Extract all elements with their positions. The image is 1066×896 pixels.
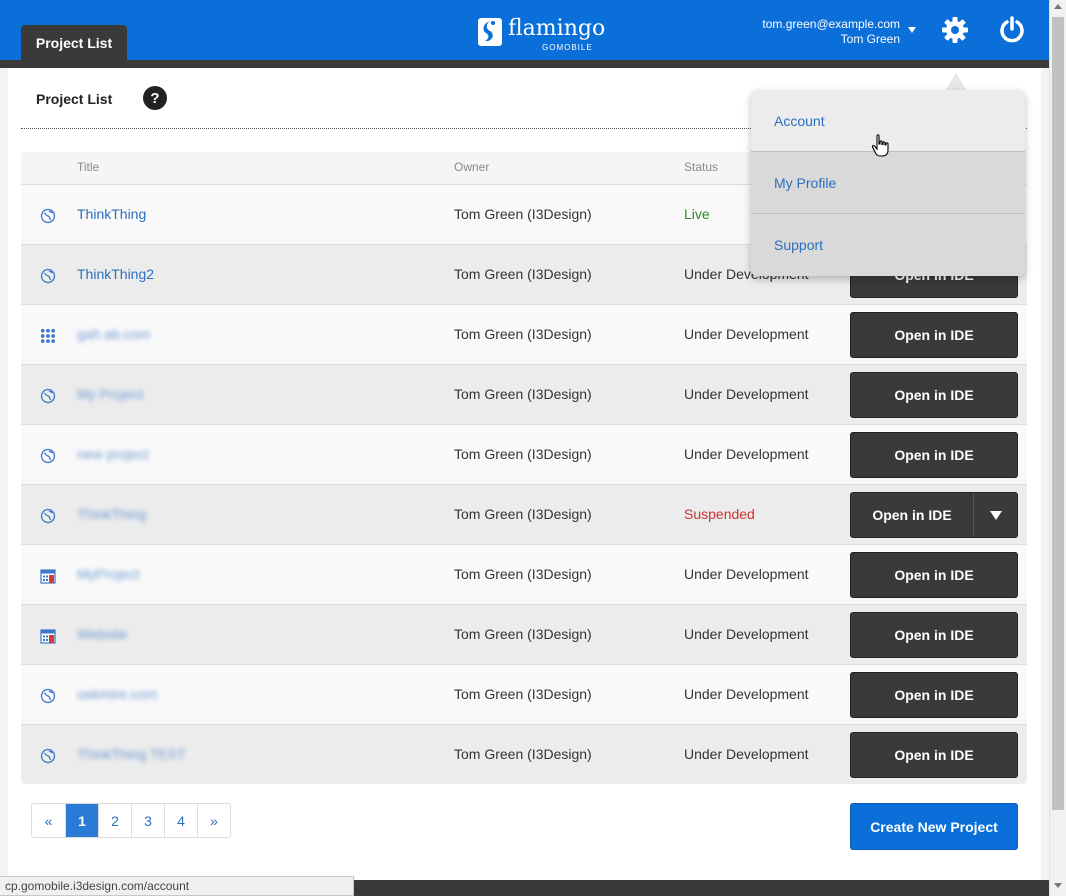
pagination-page-1[interactable]: 1 [65,804,98,837]
globe-icon [40,688,56,704]
flamingo-logo[interactable]: flamingo GOMOBILE [478,16,606,54]
pagination-page-4[interactable]: 4 [164,804,197,837]
globe-icon [40,508,56,524]
table-row: My Project Tom Green (I3Design) Under Deve… [21,364,1027,424]
project-owner: Tom Green (I3Design) [454,746,592,762]
table-row: Website Tom Green (I3Design) Under Develop… [21,604,1027,664]
project-status: Under Development [684,446,809,462]
table-row: oakmire.com Tom Green (I3Design) Under Dev… [21,664,1027,724]
create-new-project-button[interactable]: Create New Project [850,803,1018,850]
open-in-ide-button[interactable]: Open in IDE [850,552,1018,598]
project-owner: Tom Green (I3Design) [454,626,592,642]
column-header-title[interactable]: Title [77,160,99,174]
user-menu-toggle[interactable]: tom.green@example.com Tom Green [762,17,900,47]
calendar-icon [40,569,56,584]
open-in-ide-button[interactable]: Open in IDE [851,493,974,537]
project-status: Suspended [684,506,755,522]
project-owner: Tom Green (I3Design) [454,326,592,342]
globe-icon [40,268,56,284]
page-gutter-right [1041,68,1049,880]
table-row: ThinkThing Tom Green (I3Design) Suspended … [21,484,1027,544]
project-status: Live [684,206,710,222]
menu-item-support[interactable]: Support [751,214,1025,276]
project-status: Under Development [684,326,809,342]
column-header-owner[interactable]: Owner [454,160,489,174]
project-owner: Tom Green (I3Design) [454,566,592,582]
project-status: Under Development [684,686,809,702]
pagination-prev[interactable]: « [32,804,65,837]
pagination-next[interactable]: » [197,804,230,837]
logo-subtext: GOMOBILE [542,43,593,52]
status-bar-url: cp.gomobile.i3design.com/account [0,876,354,896]
project-title-link[interactable]: ThinkThing [77,506,146,522]
project-title-link[interactable]: Website [77,626,127,642]
table-row: MyProject Tom Green (I3Design) Under Devel… [21,544,1027,604]
open-in-ide-button[interactable]: Open in IDE [850,432,1018,478]
project-title-link[interactable]: ThinkThing TEST [77,746,186,762]
logo-text: flamingo [508,16,606,41]
vertical-scrollbar[interactable] [1049,0,1066,896]
page-gutter-left [0,68,8,880]
chevron-down-icon[interactable] [975,493,1017,537]
open-in-ide-button[interactable]: Open in IDE [850,612,1018,658]
globe-icon [40,448,56,464]
project-title-link[interactable]: ThinkThing [77,206,146,222]
scroll-up-arrow-icon[interactable] [1054,4,1062,9]
power-icon[interactable] [999,16,1025,44]
open-in-ide-button[interactable]: Open in IDE [850,672,1018,718]
gear-icon[interactable] [941,16,969,44]
project-owner: Tom Green (I3Design) [454,206,592,222]
table-row: new project Tom Green (I3Design) Under Dev… [21,424,1027,484]
project-status: Under Development [684,746,809,762]
open-in-ide-button[interactable]: Open in IDE [850,732,1018,778]
pagination: « 1 2 3 4 » [31,803,231,838]
project-title-link[interactable]: gah.ab.com [77,326,150,342]
project-owner: Tom Green (I3Design) [454,386,592,402]
chevron-down-icon[interactable] [908,27,916,33]
scroll-down-arrow-icon[interactable] [1054,883,1062,888]
project-owner: Tom Green (I3Design) [454,446,592,462]
project-status: Under Development [684,386,809,402]
project-status: Under Development [684,626,809,642]
table-row: gah.ab.com Tom Green (I3Design) Under Deve… [21,304,1027,364]
project-title-link[interactable]: oakmire.com [77,686,157,702]
dropdown-arrow [945,73,967,91]
globe-icon [40,208,56,224]
flamingo-logo-icon [478,18,502,46]
open-in-ide-split-button: Open in IDE [850,492,1018,538]
open-in-ide-button[interactable]: Open in IDE [850,372,1018,418]
menu-item-my-profile[interactable]: My Profile [751,152,1025,214]
project-owner: Tom Green (I3Design) [454,686,592,702]
globe-icon [40,748,56,764]
calendar-icon [40,629,56,644]
project-title-link[interactable]: new project [77,446,149,462]
open-in-ide-button[interactable]: Open in IDE [850,312,1018,358]
pagination-page-3[interactable]: 3 [131,804,164,837]
project-title-link[interactable]: ThinkThing2 [77,266,154,282]
settings-dropdown-menu: Account My Profile Support [751,90,1025,276]
pagination-page-2[interactable]: 2 [98,804,131,837]
footer-bar [354,880,1049,896]
help-icon[interactable]: ? [143,86,167,110]
project-status: Under Development [684,566,809,582]
project-title-link[interactable]: My Project [77,386,143,402]
project-owner: Tom Green (I3Design) [454,506,592,522]
navbar-strip [0,60,1049,68]
tab-project-list[interactable]: Project List [21,25,127,60]
hand-cursor-icon [871,134,889,157]
user-email: tom.green@example.com [762,17,900,31]
user-name: Tom Green [840,32,900,46]
scrollbar-thumb[interactable] [1052,17,1064,810]
page-title: Project List [36,91,113,107]
table-row: ThinkThing TEST Tom Green (I3Design) Under… [21,724,1027,784]
project-title-link[interactable]: MyProject [77,566,139,582]
column-header-status[interactable]: Status [684,160,718,174]
globe-icon [40,388,56,404]
grid-icon [41,329,55,343]
project-owner: Tom Green (I3Design) [454,266,592,282]
